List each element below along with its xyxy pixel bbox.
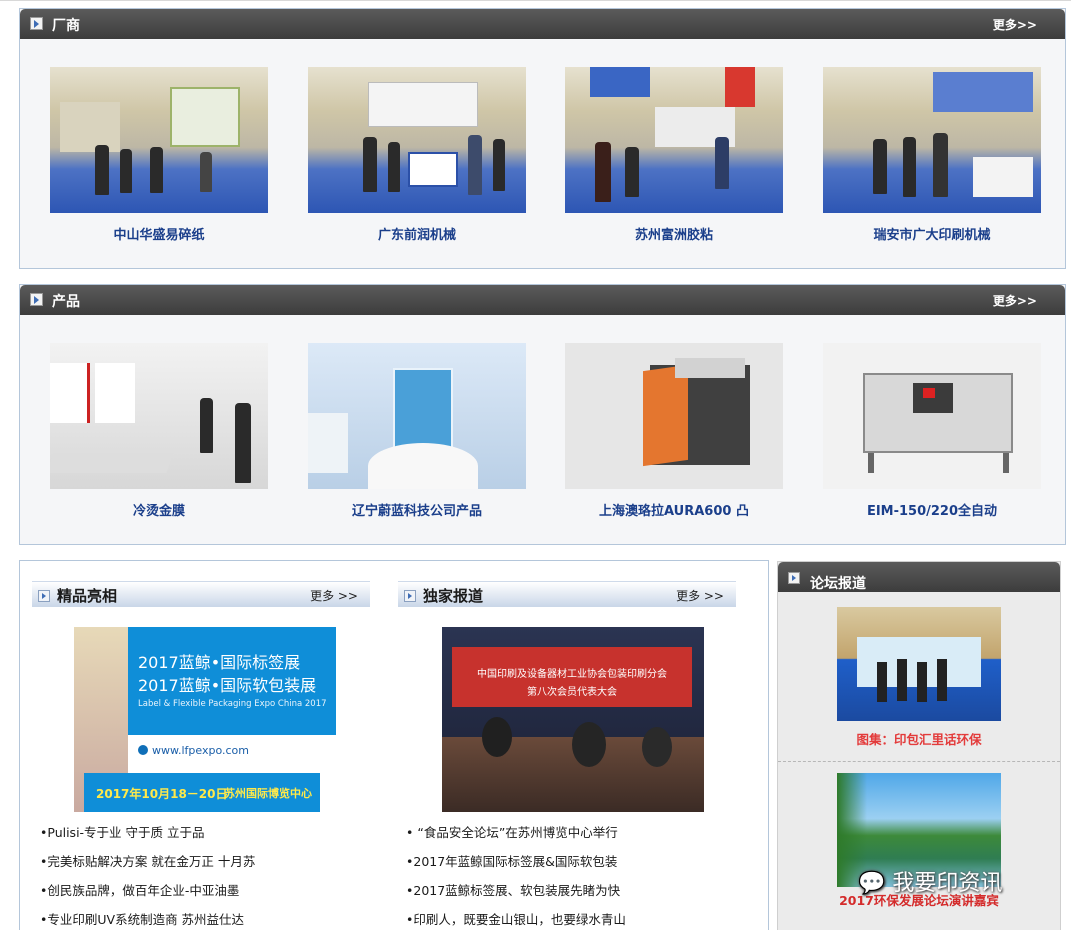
- exclusive-header: 独家报道 更多 >>: [398, 581, 736, 607]
- vendor-photo[interactable]: [565, 67, 783, 213]
- product-card[interactable]: 上海澳珞拉AURA600 凸: [565, 343, 783, 519]
- banner-subtitle: Label & Flexible Packaging Expo China 20…: [138, 699, 327, 709]
- wechat-icon: 💬: [858, 871, 886, 896]
- banner-venue: 苏州国际博览中心: [224, 787, 312, 800]
- expo-banner[interactable]: 2017蓝鲸•国际标签展 2017蓝鲸•国际软包装展 Label & Flexi…: [74, 627, 336, 812]
- vendor-photo[interactable]: [823, 67, 1041, 213]
- forum-caption[interactable]: 图集：印包汇里话环保: [778, 729, 1060, 748]
- featured-title: 精品亮相: [57, 587, 118, 605]
- products-more-link[interactable]: 更多>>: [993, 292, 1037, 309]
- exclusive-list: • “食品安全论坛”在苏州博览中心举行 •2017年蓝鲸国际标签展&国际软包装 …: [406, 822, 736, 930]
- divider: [778, 761, 1060, 762]
- product-caption[interactable]: 辽宁蔚蓝科技公司产品: [308, 500, 526, 519]
- product-caption[interactable]: EIM-150/220全自动: [823, 500, 1041, 519]
- banner-date: 2017年10月18－20日: [96, 787, 228, 801]
- vendor-caption[interactable]: 瑞安市广大印刷机械: [823, 224, 1041, 243]
- vendor-card[interactable]: 瑞安市广大印刷机械: [823, 67, 1041, 243]
- vendors-panel: 厂商 更多>> 中山华盛易碎纸 广东前润机械 苏州富洲胶粘 瑞安市广大印刷机械: [19, 8, 1066, 269]
- list-item[interactable]: •创民族品牌，做百年企业-中亚油墨: [40, 880, 370, 909]
- vendor-card[interactable]: 苏州富洲胶粘: [565, 67, 783, 243]
- featured-header: 精品亮相 更多 >>: [32, 581, 370, 607]
- featured-column: 精品亮相 更多 >> 2017蓝鲸•国际标签展 2017蓝鲸•国际软包装展 La…: [32, 581, 370, 927]
- vendors-header: 厂商 更多>>: [20, 9, 1065, 39]
- arrow-box-icon: [30, 17, 43, 30]
- list-item[interactable]: • “食品安全论坛”在苏州博览中心举行: [406, 822, 736, 851]
- product-caption[interactable]: 冷烫金膜: [50, 500, 268, 519]
- news-section: 精品亮相 更多 >> 2017蓝鲸•国际标签展 2017蓝鲸•国际软包装展 La…: [19, 560, 769, 930]
- banner-url: www.lfpexpo.com: [152, 744, 249, 757]
- list-item[interactable]: •2017蓝鲸标签展、软包装展先睹为快: [406, 880, 736, 909]
- product-photo[interactable]: [565, 343, 783, 489]
- vendors-title: 厂商: [52, 18, 80, 34]
- vendor-caption[interactable]: 苏州富洲胶粘: [565, 224, 783, 243]
- featured-more-link[interactable]: 更多 >>: [310, 587, 358, 604]
- top-divider: [0, 0, 1071, 4]
- exclusive-column: 独家报道 更多 >> 中国印刷及设备器材工业协会包装印刷分会 第八次会员代表大会…: [398, 581, 736, 927]
- list-item[interactable]: •专业印刷UV系统制造商 苏州益仕达: [40, 909, 370, 930]
- product-card[interactable]: 冷烫金膜: [50, 343, 268, 519]
- photo-banner-line2: 第八次会员代表大会: [527, 687, 617, 698]
- product-photo[interactable]: [823, 343, 1041, 489]
- banner-line2: 2017蓝鲸•国际软包装展: [138, 676, 317, 695]
- watermark-text: 我要印资讯: [892, 871, 1003, 896]
- product-card[interactable]: EIM-150/220全自动: [823, 343, 1041, 519]
- vendor-caption[interactable]: 广东前润机械: [308, 224, 526, 243]
- list-item[interactable]: •完美标贴解决方案 就在金万正 十月苏: [40, 851, 370, 880]
- play-circle-icon: [138, 745, 148, 755]
- conference-photo[interactable]: 中国印刷及设备器材工业协会包装印刷分会 第八次会员代表大会: [442, 627, 704, 812]
- list-item[interactable]: •Pulisi-专于业 守于质 立于品: [40, 822, 370, 851]
- photo-banner-line1: 中国印刷及设备器材工业协会包装印刷分会: [477, 669, 667, 680]
- vendor-caption[interactable]: 中山华盛易碎纸: [50, 224, 268, 243]
- banner-line1: 2017蓝鲸•国际标签展: [138, 653, 301, 672]
- list-item[interactable]: •2017年蓝鲸国际标签展&国际软包装: [406, 851, 736, 880]
- list-item[interactable]: •印刷人，既要金山银山，也要绿水青山: [406, 909, 736, 930]
- product-card[interactable]: 辽宁蔚蓝科技公司产品: [308, 343, 526, 519]
- vendor-card[interactable]: 中山华盛易碎纸: [50, 67, 268, 243]
- arrow-box-icon: [38, 590, 50, 602]
- products-header: 产品 更多>>: [20, 285, 1065, 315]
- vendor-photo[interactable]: [50, 67, 268, 213]
- product-caption[interactable]: 上海澳珞拉AURA600 凸: [565, 500, 783, 519]
- arrow-box-icon: [788, 572, 800, 584]
- product-photo[interactable]: [308, 343, 526, 489]
- vendors-more-link[interactable]: 更多>>: [993, 16, 1037, 33]
- forum-title: 论坛报道: [810, 576, 866, 592]
- forum-photo[interactable]: [837, 607, 1001, 721]
- products-title: 产品: [52, 294, 80, 310]
- forum-item[interactable]: 图集：印包汇里话环保: [778, 607, 1060, 748]
- forum-header: 论坛报道: [778, 562, 1060, 592]
- arrow-box-icon: [404, 590, 416, 602]
- vendor-photo[interactable]: [308, 67, 526, 213]
- arrow-box-icon: [30, 293, 43, 306]
- exclusive-more-link[interactable]: 更多 >>: [676, 587, 724, 604]
- vendor-card[interactable]: 广东前润机械: [308, 67, 526, 243]
- product-photo[interactable]: [50, 343, 268, 489]
- featured-list: •Pulisi-专于业 守于质 立于品 •完美标贴解决方案 就在金万正 十月苏 …: [40, 822, 370, 930]
- products-panel: 产品 更多>> 冷烫金膜 辽宁蔚蓝科技公司产品 上海澳珞拉AURA600 凸 E…: [19, 284, 1066, 545]
- wechat-watermark: 💬 我要印资讯: [858, 865, 1002, 897]
- exclusive-title: 独家报道: [423, 587, 484, 605]
